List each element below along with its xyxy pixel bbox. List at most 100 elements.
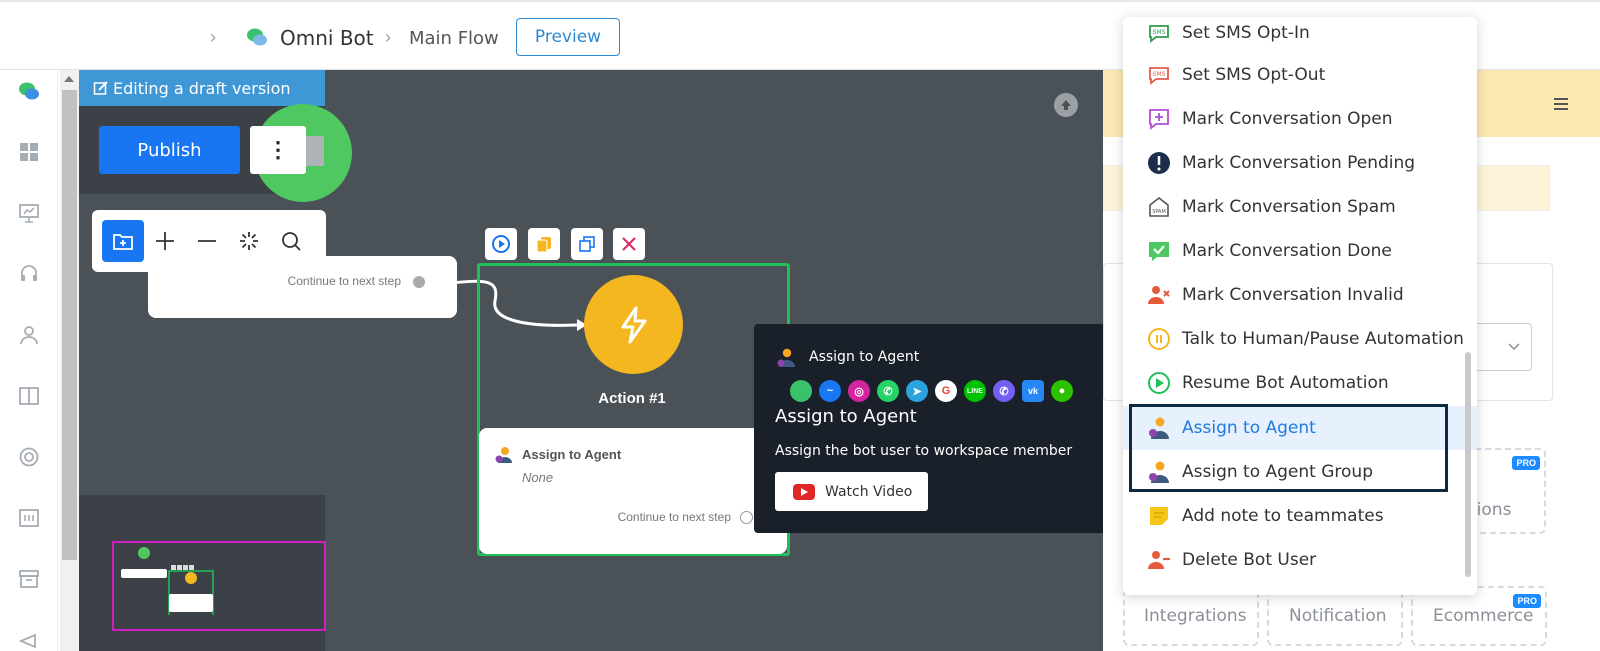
output-port[interactable] xyxy=(413,276,425,288)
menu-item-set-sms-opt-out[interactable]: SMS Set SMS Opt-Out xyxy=(1123,53,1477,97)
more-options-button[interactable]: ⋮ xyxy=(250,126,306,174)
menu-item-mark-conversation-done[interactable]: Mark Conversation Done xyxy=(1123,229,1477,273)
megaphone-icon[interactable] xyxy=(18,629,40,651)
action-card-title: Assign to Agent xyxy=(522,447,622,462)
whatsapp-icon: ✆ xyxy=(877,380,899,402)
minimap-preview xyxy=(121,547,214,615)
scrollbar-thumb[interactable] xyxy=(62,90,77,560)
menu-item-mark-conversation-pending[interactable]: Mark Conversation Pending xyxy=(1123,141,1477,185)
copy-icon xyxy=(536,237,551,253)
reports-icon[interactable] xyxy=(18,507,40,529)
watch-video-label: Watch Video xyxy=(825,483,913,500)
action-node-icon[interactable] xyxy=(584,275,683,374)
chevron-right-icon: › xyxy=(385,27,391,47)
conversation-open-icon xyxy=(1149,109,1169,130)
lifebuoy-icon[interactable] xyxy=(18,446,40,468)
conversation-invalid-icon xyxy=(1148,286,1170,304)
pause-icon xyxy=(1148,328,1170,350)
draft-version-label: Editing a draft version xyxy=(113,78,291,98)
youtube-icon xyxy=(793,483,815,500)
start-node-handle[interactable] xyxy=(306,136,324,166)
menu-item-mark-conversation-invalid[interactable]: Mark Conversation Invalid xyxy=(1123,273,1477,317)
menu-item-mark-conversation-spam[interactable]: SPAM Mark Conversation Spam xyxy=(1123,185,1477,229)
dashboard-icon[interactable] xyxy=(18,141,40,163)
add-step-button[interactable] xyxy=(102,220,144,262)
notification-card[interactable]: Notification xyxy=(1267,586,1403,646)
scroll-up-arrow-icon[interactable] xyxy=(64,76,74,82)
minus-icon xyxy=(198,240,216,242)
minimap[interactable] xyxy=(79,495,326,651)
lightning-icon xyxy=(621,306,646,343)
instagram-icon: ◎ xyxy=(848,380,870,402)
tooltip-title: Assign to Agent xyxy=(775,406,917,427)
book-icon[interactable] xyxy=(18,385,40,407)
close-icon xyxy=(622,237,636,251)
continue-label: Continue to next step xyxy=(617,510,731,524)
ecommerce-label: Ecommerce xyxy=(1433,606,1534,626)
action-tooltip: Assign to Agent ~ ◎ ✆ ➤ G LINE ✆ vk ● As… xyxy=(754,324,1116,533)
svg-text:SPAM: SPAM xyxy=(1152,209,1166,215)
action-node-title: Action #1 xyxy=(598,390,666,407)
menu-item-add-note[interactable]: Add note to teammates xyxy=(1123,494,1477,538)
duplicate-icon xyxy=(579,236,595,252)
bot-name[interactable]: Omni Bot xyxy=(280,26,374,50)
chevron-down-icon xyxy=(1508,343,1520,351)
tooltip-heading: Assign to Agent xyxy=(809,349,920,365)
omni-bot-icon xyxy=(247,28,267,46)
edit-icon xyxy=(93,81,108,95)
action-card[interactable]: Assign to Agent None Continue to next st… xyxy=(479,428,787,554)
arrow-up-icon xyxy=(1061,100,1071,110)
integrations-card[interactable]: Integrations xyxy=(1123,586,1259,646)
preview-node-button[interactable] xyxy=(485,228,517,260)
headset-icon[interactable] xyxy=(18,263,40,285)
delete-user-icon xyxy=(1148,551,1170,569)
delete-node-button[interactable] xyxy=(613,228,645,260)
viber-icon: ✆ xyxy=(993,380,1015,402)
pro-badge: PRO xyxy=(1512,456,1540,470)
left-sidebar xyxy=(0,70,58,651)
menu-item-set-sms-opt-in[interactable]: SMS Set SMS Opt-In xyxy=(1123,17,1477,55)
presentation-icon[interactable] xyxy=(18,202,40,224)
sms-optout-icon: SMS xyxy=(1149,67,1169,85)
agent-icon xyxy=(777,348,795,367)
sidebar-scrollbar[interactable] xyxy=(60,70,79,651)
menu-item-delete-bot-user[interactable]: Delete Bot User xyxy=(1123,538,1477,582)
resume-icon xyxy=(1148,372,1170,394)
note-icon xyxy=(1150,507,1168,525)
output-port[interactable] xyxy=(740,511,753,524)
dropdown-scrollbar[interactable] xyxy=(1465,352,1471,577)
preview-button[interactable]: Preview xyxy=(516,18,620,56)
previous-step-node[interactable]: Continue to next step xyxy=(148,256,457,318)
wechat-icon: ● xyxy=(1051,380,1073,402)
publish-button[interactable]: Publish xyxy=(99,126,240,174)
flow-name[interactable]: Main Flow xyxy=(409,28,499,49)
user-icon[interactable] xyxy=(18,324,40,346)
channel-icons: ~ ◎ ✆ ➤ G LINE ✆ vk ● xyxy=(790,380,1073,402)
messenger-icon: ~ xyxy=(819,380,841,402)
copy-node-button[interactable] xyxy=(528,228,560,260)
menu-item-mark-conversation-open[interactable]: Mark Conversation Open xyxy=(1123,97,1477,141)
omni-chat-icon[interactable] xyxy=(18,80,40,102)
notification-label: Notification xyxy=(1289,606,1387,626)
omni-chat-icon xyxy=(790,380,812,402)
svg-text:SMS: SMS xyxy=(1153,71,1166,78)
google-icon: G xyxy=(935,380,957,402)
sms-optin-icon: SMS xyxy=(1149,25,1169,43)
telegram-icon: ➤ xyxy=(906,380,928,402)
folder-plus-icon xyxy=(113,234,133,250)
menu-item-talk-to-human[interactable]: Talk to Human/Pause Automation xyxy=(1123,317,1477,361)
duplicate-node-button[interactable] xyxy=(571,228,603,260)
plus-icon xyxy=(156,232,174,250)
archive-icon[interactable] xyxy=(18,568,40,590)
menu-item-resume-bot-automation[interactable]: Resume Bot Automation xyxy=(1123,361,1477,405)
ecommerce-card[interactable]: PRO Ecommerce xyxy=(1411,586,1547,646)
agent-icon xyxy=(495,447,512,463)
menu-icon[interactable] xyxy=(1554,98,1568,110)
action-dropdown: SMS Set SMS Opt-In SMS Set SMS Opt-Out M… xyxy=(1123,17,1477,595)
conversation-spam-icon: SPAM xyxy=(1149,196,1169,217)
svg-text:SMS: SMS xyxy=(1153,29,1166,36)
logo[interactable] xyxy=(14,14,204,60)
scroll-to-top-button[interactable] xyxy=(1054,93,1078,117)
vk-icon: vk xyxy=(1022,380,1044,402)
watch-video-button[interactable]: Watch Video xyxy=(775,472,928,511)
